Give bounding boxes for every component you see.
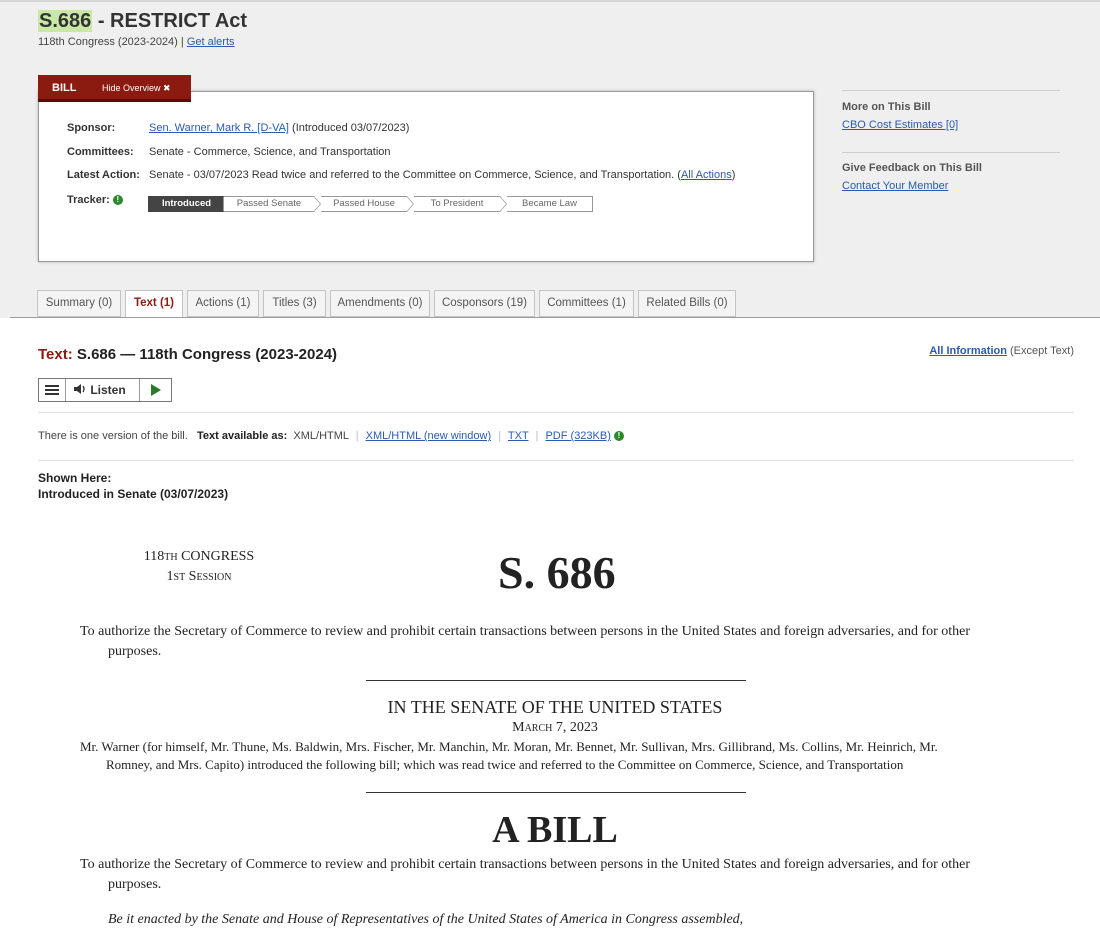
congress-line: 118th CONGRESS — [143, 549, 255, 564]
cbo-cost-estimates-link[interactable]: CBO Cost Estimates [0] — [842, 119, 1060, 131]
bill-overview-tab: BILL Hide Overview ✖ — [38, 75, 191, 102]
tracker-label: Tracker: — [67, 194, 110, 206]
format-xml-html: XML/HTML — [293, 430, 349, 442]
tab-actions[interactable]: Actions (1) — [187, 290, 259, 317]
tab-related-bills[interactable]: Related Bills (0) — [638, 290, 736, 317]
format-pdf-link[interactable]: PDF (323KB) — [545, 430, 610, 442]
separator: | — [355, 430, 359, 442]
tab-amendments[interactable]: Amendments (0) — [330, 290, 430, 317]
bill-number: S. 686 — [498, 547, 616, 598]
session-line: 1st Session — [166, 569, 232, 584]
format-txt-link[interactable]: TXT — [508, 430, 529, 442]
text-section-heading: Text: S.686 — 118th Congress (2023-2024) — [38, 346, 337, 363]
tracker-step-became-law: Became Law — [507, 196, 593, 212]
contact-member-link[interactable]: Contact Your Member — [842, 180, 1060, 192]
document-rule — [366, 792, 746, 793]
congress-subtitle: 118th Congress (2023-2024) | Get alerts — [38, 36, 235, 48]
text-heading-title: S.686 — 118th Congress (2023-2024) — [72, 346, 338, 363]
listen-widget: Listen — [38, 378, 172, 402]
bill-title: - RESTRICT Act — [92, 10, 248, 32]
sponsor-link[interactable]: Sen. Warner, Mark R. [D-VA] — [149, 122, 289, 134]
more-on-bill-section: More on This Bill CBO Cost Estimates [0] — [842, 101, 1060, 131]
long-title-line: purposes. — [108, 877, 162, 892]
sponsor-row: Sponsor: Sen. Warner, Mark R. [D-VA] (Int… — [67, 122, 409, 134]
tracker-arrow-inner — [314, 197, 320, 211]
latest-action-label: Latest Action: — [67, 169, 140, 181]
text-versions-bar: There is one version of the bill. Text a… — [38, 430, 624, 442]
tracker-step-introduced: Introduced — [148, 196, 224, 212]
tabs-baseline — [10, 317, 1100, 318]
play-icon[interactable] — [139, 379, 173, 401]
sponsors-line: Romney, and Mrs. Capito) introduced the … — [106, 757, 904, 772]
text-label: Text: — [38, 346, 73, 363]
long-title-line: To authorize the Secretary of Commerce t… — [80, 857, 971, 872]
listen-button[interactable]: Listen — [73, 383, 126, 397]
tracker-step-passed-house: Passed House — [321, 196, 407, 212]
sponsor-label: Sponsor: — [67, 122, 116, 134]
available-as-label: Text available as: — [196, 430, 288, 442]
all-information-note: (Except Text) — [1006, 345, 1074, 357]
tracker-arrow-inner — [407, 197, 413, 211]
speaker-icon — [74, 384, 85, 394]
sponsor-intro: (Introduced 03/07/2023) — [288, 122, 410, 134]
format-xml-html-new-window-link[interactable]: XML/HTML (new window) — [366, 430, 492, 442]
sidebar-divider — [842, 152, 1060, 153]
tracker-step-passed-senate: Passed Senate — [224, 196, 314, 212]
separator: | — [535, 430, 539, 442]
latest-action-value: Senate - 03/07/2023 Read twice and refer… — [149, 169, 681, 181]
document-rule — [366, 680, 746, 681]
sidebar-divider — [842, 90, 1060, 91]
all-information-link[interactable]: All Information — [929, 345, 1007, 357]
versions-note: There is one version of the bill. — [38, 430, 188, 442]
introduced-in-senate: Introduced in Senate (03/07/2023) — [38, 487, 229, 501]
feedback-section: Give Feedback on This Bill Contact Your … — [842, 162, 1060, 192]
divider — [38, 412, 1074, 413]
tracker-row: Tracker: ! — [67, 194, 123, 206]
more-on-bill-heading: More on This Bill — [842, 101, 931, 113]
listen-menu-icon[interactable] — [39, 379, 66, 401]
shown-here-label: Shown Here: — [38, 471, 112, 485]
all-actions-link[interactable]: All Actions — [681, 169, 732, 181]
a-bill-heading: A BILL — [492, 809, 618, 851]
tab-titles[interactable]: Titles (3) — [263, 290, 326, 317]
info-icon[interactable]: ! — [112, 195, 123, 206]
bill-long-title: To authorize the Secretary of Commerce t… — [80, 855, 1020, 895]
hide-overview-button[interactable]: Hide Overview ✖ — [102, 83, 171, 94]
committees-label: Committees: — [67, 146, 134, 158]
sponsors-paragraph: Mr. Warner (for himself, Mr. Thune, Ms. … — [80, 738, 1035, 774]
senate-heading: IN THE SENATE OF THE UNITED STATES — [387, 697, 723, 717]
congress-session-block: 118th CONGRESS 1st Session — [140, 547, 258, 587]
bill-purpose: To authorize the Secretary of Commerce t… — [80, 622, 1020, 662]
bill-overview-panel: Sponsor: Sen. Warner, Mark R. [D-VA] (Int… — [38, 91, 814, 262]
committees-value: Senate - Commerce, Science, and Transpor… — [149, 146, 391, 158]
page-title: S.686 - RESTRICT Act — [38, 10, 247, 33]
latest-action-close: ) — [731, 169, 736, 181]
congress-label: 118th Congress (2023-2024) | — [38, 36, 187, 48]
latest-action-row: Latest Action: Senate - 03/07/2023 Read t… — [67, 169, 735, 181]
bill-tab-label: BILL — [52, 82, 77, 94]
committees-row: Committees: Senate - Commerce, Science, a… — [67, 146, 391, 158]
tab-summary[interactable]: Summary (0) — [37, 290, 121, 317]
tab-committees[interactable]: Committees (1) — [539, 290, 634, 317]
tracker-step-to-president: To President — [414, 196, 500, 212]
divider — [38, 460, 1074, 461]
listen-label: Listen — [90, 383, 126, 397]
shown-here: Shown Here: Introduced in Senate (03/07/… — [38, 470, 228, 502]
purpose-line: To authorize the Secretary of Commerce t… — [80, 624, 971, 639]
tab-cosponsors[interactable]: Cosponsors (19) — [434, 290, 535, 317]
tab-text[interactable]: Text (1) — [125, 290, 183, 318]
enacting-clause: Be it enacted by the Senate and House of… — [108, 912, 744, 927]
separator: | — [498, 430, 502, 442]
bill-id: S.686 — [38, 10, 93, 32]
sponsors-line: Mr. Warner (for himself, Mr. Thune, Ms. … — [80, 739, 938, 754]
get-alerts-link[interactable]: Get alerts — [187, 36, 235, 48]
feedback-heading: Give Feedback on This Bill — [842, 162, 982, 174]
purpose-line: purposes. — [108, 644, 162, 659]
tracker-arrow-inner — [500, 197, 506, 211]
introduced-date: March 7, 2023 — [512, 720, 598, 735]
info-icon[interactable]: ! — [613, 431, 624, 442]
all-information: All Information (Except Text) — [929, 345, 1074, 357]
